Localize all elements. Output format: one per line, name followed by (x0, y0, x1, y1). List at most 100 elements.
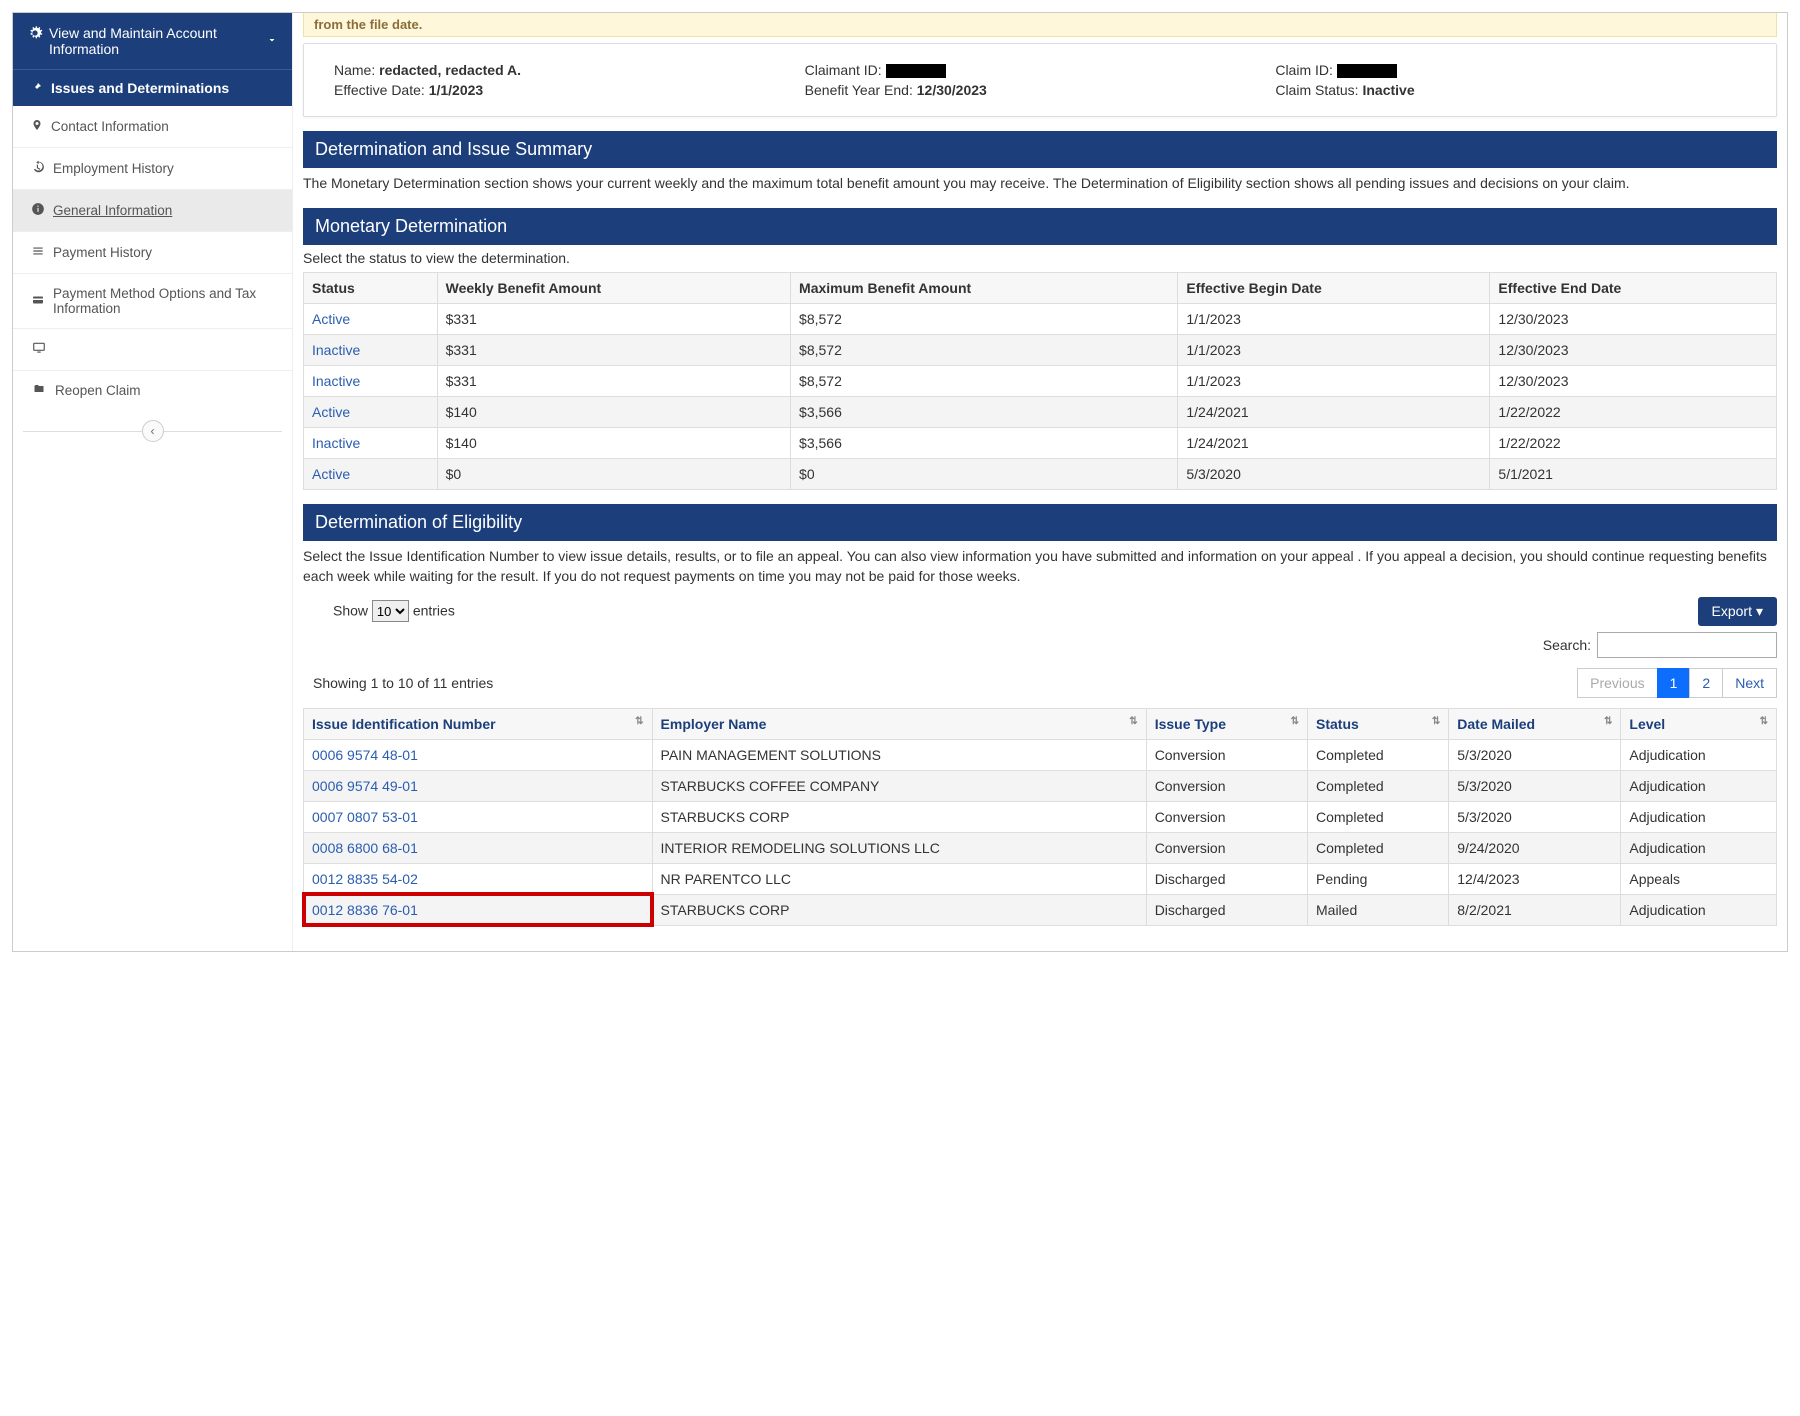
redacted-value (1337, 64, 1397, 78)
sort-icon: ⇅ (1291, 716, 1299, 727)
issue-link[interactable]: 0007 0807 53-01 (312, 809, 418, 825)
monitor-icon (31, 341, 47, 358)
label: Benefit Year End: (805, 82, 913, 98)
summary-desc: The Monetary Determination section shows… (303, 174, 1777, 194)
table-row: 0012 8835 54-02NR PARENTCO LLCDischarged… (304, 863, 1777, 894)
table-row: 0012 8836 76-01STARBUCKS CORPDischargedM… (304, 894, 1777, 925)
label: Effective Date: (334, 82, 425, 98)
col-status[interactable]: Status⇅ (1308, 708, 1449, 739)
eligibility-table: Issue Identification Number⇅ Employer Na… (303, 708, 1777, 926)
col-mailed[interactable]: Date Mailed⇅ (1449, 708, 1621, 739)
cell-level: Adjudication (1621, 739, 1777, 770)
col-max: Maximum Benefit Amount (791, 273, 1178, 304)
sort-icon: ⇅ (1760, 716, 1768, 727)
cell-end: 1/22/2022 (1490, 397, 1777, 428)
label: Claim Status: (1275, 82, 1358, 98)
export-button[interactable]: Export ▾ (1698, 597, 1778, 626)
value: 1/1/2023 (429, 82, 484, 98)
cell-weekly: $331 (437, 304, 790, 335)
cell-employer: INTERIOR REMODELING SOLUTIONS LLC (652, 832, 1146, 863)
sidebar-item-employment[interactable]: Employment History (13, 148, 292, 190)
chevron-down-icon (266, 33, 278, 49)
history-icon (31, 160, 45, 177)
cell-employer: PAIN MANAGEMENT SOLUTIONS (652, 739, 1146, 770)
col-end: Effective End Date (1490, 273, 1777, 304)
pager-1[interactable]: 1 (1657, 668, 1691, 698)
cell-begin: 5/3/2020 (1178, 459, 1490, 490)
collapse-button[interactable]: ‹ (142, 420, 164, 442)
cell-weekly: $140 (437, 397, 790, 428)
col-begin: Effective Begin Date (1178, 273, 1490, 304)
sidebar-item-contact[interactable]: Contact Information (13, 106, 292, 148)
cell-status: Mailed (1308, 894, 1449, 925)
pager-prev[interactable]: Previous (1577, 668, 1657, 698)
cell-level: Appeals (1621, 863, 1777, 894)
sort-icon: ⇅ (1604, 716, 1612, 727)
cell-weekly: $331 (437, 335, 790, 366)
sidebar-item-label: Reopen Claim (55, 383, 141, 398)
cell-type: Discharged (1146, 894, 1307, 925)
status-link[interactable]: Inactive (312, 435, 360, 451)
sidebar-item-reopen[interactable]: Reopen Claim (13, 371, 292, 410)
issue-link[interactable]: 0012 8835 54-02 (312, 871, 418, 887)
col-level[interactable]: Level⇅ (1621, 708, 1777, 739)
sidebar-item-payment-history[interactable]: Payment History (13, 232, 292, 274)
col-status: Status (304, 273, 438, 304)
table-row: 0008 6800 68-01 INTERIOR REMODELING SOLUT… (304, 832, 1777, 863)
issue-link[interactable]: 0008 6800 68-01 (312, 840, 418, 856)
sidebar: View and Maintain Account Information Is… (13, 13, 293, 951)
cell-employer: NR PARENTCO LLC (652, 863, 1146, 894)
monetary-table: Status Weekly Benefit Amount Maximum Ben… (303, 272, 1777, 490)
issue-link[interactable]: 0012 8836 76-01 (312, 902, 418, 918)
cell-end: 5/1/2021 (1490, 459, 1777, 490)
export-label: Export (1712, 603, 1752, 619)
table-row: Active$0$05/3/20205/1/2021 (304, 459, 1777, 490)
marker-icon (31, 118, 43, 135)
label: Name: (334, 62, 375, 78)
cell-status: Completed (1308, 739, 1449, 770)
table-row: 0006 9574 48-01 PAIN MANAGEMENT SOLUTIONS… (304, 739, 1777, 770)
status-link[interactable]: Active (312, 311, 350, 327)
pager: Previous 1 2 Next (1578, 668, 1777, 698)
col-issue[interactable]: Issue Identification Number⇅ (304, 708, 653, 739)
issue-link[interactable]: 0006 9574 48-01 (312, 747, 418, 763)
sidebar-header[interactable]: View and Maintain Account Information (13, 13, 292, 70)
table-row: Active$140$3,5661/24/20211/22/2022 (304, 397, 1777, 428)
cell-end: 12/30/2023 (1490, 335, 1777, 366)
entries-select[interactable]: 10 (372, 600, 409, 622)
status-link[interactable]: Inactive (312, 373, 360, 389)
status-link[interactable]: Inactive (312, 342, 360, 358)
sort-icon: ⇅ (1129, 716, 1137, 727)
sidebar-item-monitor[interactable] (13, 329, 292, 371)
search-label: Search: (1543, 637, 1591, 653)
cell-level: Adjudication (1621, 832, 1777, 863)
list-icon (31, 244, 45, 261)
col-type[interactable]: Issue Type⇅ (1146, 708, 1307, 739)
cell-end: 12/30/2023 (1490, 366, 1777, 397)
summary-header: Determination and Issue Summary (303, 131, 1777, 168)
show-label: Show (333, 603, 368, 619)
status-link[interactable]: Active (312, 404, 350, 420)
issue-link[interactable]: 0006 9574 49-01 (312, 778, 418, 794)
sidebar-item-payment-method[interactable]: Payment Method Options and Tax Informati… (13, 274, 292, 329)
cell-max: $3,566 (791, 428, 1178, 459)
sidebar-collapse: ‹ (13, 410, 292, 452)
table-row: Active$331$8,5721/1/202312/30/2023 (304, 304, 1777, 335)
cell-max: $8,572 (791, 304, 1178, 335)
chevron-left-icon: ‹ (151, 424, 155, 438)
col-employer[interactable]: Employer Name⇅ (652, 708, 1146, 739)
gears-icon (27, 25, 43, 44)
sidebar-item-issues[interactable]: Issues and Determinations (13, 70, 292, 106)
sidebar-item-general[interactable]: General Information (13, 190, 292, 232)
cell-max: $8,572 (791, 335, 1178, 366)
redacted-value (886, 64, 946, 78)
pager-2[interactable]: 2 (1689, 668, 1723, 698)
value: 12/30/2023 (917, 82, 987, 98)
search-input[interactable] (1597, 632, 1777, 658)
status-link[interactable]: Active (312, 466, 350, 482)
cell-level: Adjudication (1621, 801, 1777, 832)
field-status: Claim Status: Inactive (1275, 82, 1746, 98)
caret-down-icon: ▾ (1756, 603, 1763, 620)
pager-next[interactable]: Next (1722, 668, 1777, 698)
cell-max: $3,566 (791, 397, 1178, 428)
